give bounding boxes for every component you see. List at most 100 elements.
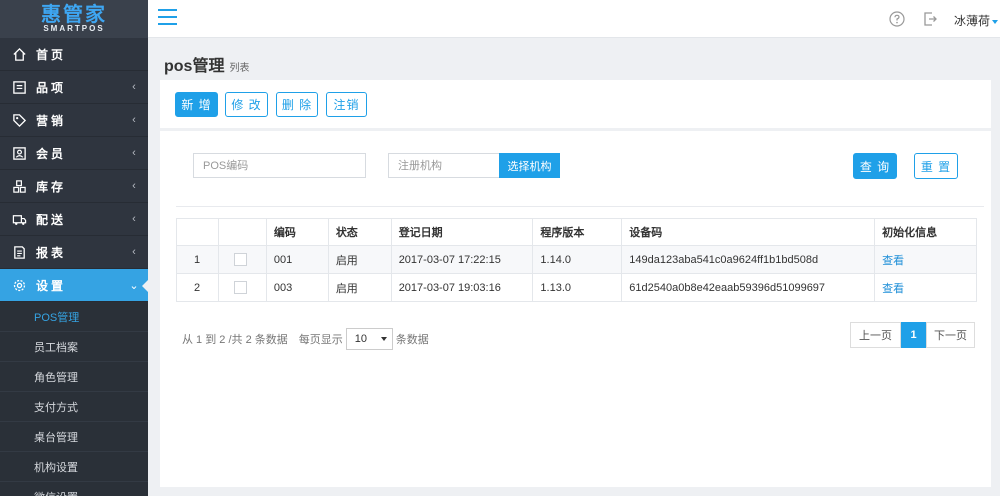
cell-version: 1.13.0	[532, 273, 623, 302]
sidebar-subitem-tables[interactable]: 桌台管理	[0, 422, 148, 452]
column-header-code[interactable]: 编码	[265, 218, 329, 246]
sidebar-item-label: 营销	[36, 113, 67, 128]
gear-icon	[11, 277, 27, 293]
action-toolbar: 新 增 修 改 删 除 注销	[160, 80, 991, 128]
table-row[interactable]: 2 003 启用 2017-03-07 19:03:16 1.13.0 61d2…	[176, 273, 977, 302]
sidebar-item-inventory[interactable]: 库存 ‹	[0, 170, 148, 203]
sidebar-item-label: 品项	[36, 80, 67, 95]
view-link[interactable]: 查看	[882, 255, 904, 267]
per-page-suffix: 条数据	[395, 334, 429, 346]
row-checkbox[interactable]	[233, 281, 247, 294]
prev-page-button[interactable]: 上一页	[850, 322, 901, 348]
column-header-date[interactable]: 登记日期	[390, 218, 534, 246]
row-index: 2	[176, 273, 219, 302]
deregister-button[interactable]: 注销	[326, 92, 367, 117]
page-subtitle: 列表	[229, 63, 250, 74]
row-checkbox[interactable]	[233, 253, 247, 266]
menu-toggle-icon[interactable]	[158, 9, 177, 28]
chevron-left-icon: ‹	[132, 180, 136, 192]
select-org-button[interactable]: 选择机构	[499, 153, 560, 178]
cell-date: 2017-03-07 17:22:15	[390, 245, 534, 274]
sidebar-item-label: 库存	[36, 179, 67, 194]
column-header-version[interactable]: 程序版本	[532, 218, 623, 246]
user-name: 冰薄荷	[954, 14, 991, 28]
record-count: 从 1 到 2 /共 2 条数据	[182, 334, 288, 346]
next-page-button[interactable]: 下一页	[926, 322, 975, 348]
column-header	[176, 218, 219, 246]
list-icon	[11, 79, 27, 95]
sidebar-subitem-payment[interactable]: 支付方式	[0, 392, 148, 422]
page-button-current[interactable]: 1	[901, 322, 926, 348]
table-row[interactable]: 1 001 启用 2017-03-07 17:22:15 1.14.0 149d…	[176, 245, 977, 274]
sidebar-item-label: 配送	[36, 212, 67, 227]
user-menu[interactable]: 冰薄荷	[954, 12, 999, 29]
chevron-left-icon: ‹	[132, 147, 136, 159]
pos-table: 编码 状态 登记日期 程序版本 设备码 初始化信息 1 001 启用 2017-…	[176, 218, 977, 302]
sidebar-item-reports[interactable]: 报表 ‹	[0, 236, 148, 269]
chevron-down-icon: ⌄	[129, 279, 139, 292]
view-link[interactable]: 查看	[882, 283, 904, 295]
row-checkbox-cell	[217, 245, 267, 274]
sidebar-item-delivery[interactable]: 配送 ‹	[0, 203, 148, 236]
chevron-left-icon: ‹	[132, 246, 136, 258]
cell-date: 2017-03-07 19:03:16	[390, 273, 534, 302]
inventory-icon	[11, 178, 27, 194]
chevron-left-icon: ‹	[132, 81, 136, 93]
pagination-info: 从 1 到 2 /共 2 条数据 每页显示 10 条数据	[182, 328, 429, 350]
add-button[interactable]: 新 增	[175, 92, 218, 117]
edit-button[interactable]: 修 改	[225, 92, 268, 117]
help-icon[interactable]	[889, 11, 905, 27]
sidebar-item-products[interactable]: 品项 ‹	[0, 71, 148, 104]
sidebar-item-label: 设置	[36, 278, 67, 293]
sidebar-subitem-staff[interactable]: 员工档案	[0, 332, 148, 362]
logout-icon[interactable]	[923, 11, 938, 27]
sidebar-item-home[interactable]: 首页	[0, 38, 148, 71]
sidebar: 惠管家 SMARTPOS 首页 品项 ‹ 营销 ‹ 会员 ‹ 库存 ‹ 配送 ‹…	[0, 0, 148, 496]
member-card-icon	[11, 145, 27, 161]
sidebar-subitem-wechat[interactable]: 微信设置	[0, 482, 148, 496]
pagination: 上一页 1 下一页	[850, 322, 975, 348]
cell-action: 查看	[874, 245, 977, 274]
page-title: pos管理 列表	[164, 52, 249, 76]
truck-icon	[11, 211, 27, 227]
column-header-init-info: 初始化信息	[874, 218, 977, 246]
cell-code: 003	[265, 273, 329, 302]
page-size-select[interactable]: 10	[345, 328, 393, 350]
sidebar-item-members[interactable]: 会员 ‹	[0, 137, 148, 170]
page-size-value: 10	[354, 333, 367, 345]
caret-down-icon	[380, 337, 387, 341]
org-input[interactable]	[388, 153, 500, 178]
pos-code-input[interactable]	[193, 153, 366, 178]
delete-button[interactable]: 删 除	[276, 92, 318, 117]
table-header-row: 编码 状态 登记日期 程序版本 设备码 初始化信息	[176, 218, 977, 246]
main-panel: 选择机构 查 询 重 置 编码 状态 登记日期 程序版本 设备码 初始化信息 1…	[160, 131, 991, 487]
column-header	[217, 218, 267, 246]
sidebar-item-marketing[interactable]: 营销 ‹	[0, 104, 148, 137]
tag-icon	[11, 112, 27, 128]
cell-status: 启用	[327, 245, 392, 274]
logo[interactable]: 惠管家 SMARTPOS	[0, 0, 148, 38]
cell-code: 001	[265, 245, 329, 274]
report-icon	[11, 244, 27, 260]
sidebar-item-settings[interactable]: 设置 ⌄	[0, 269, 148, 302]
sidebar-subitem-pos[interactable]: POS管理	[0, 302, 148, 332]
cell-device: 61d2540a0b8e42eaab59396d51099697	[621, 273, 876, 302]
sidebar-item-label: 会员	[36, 146, 67, 161]
caret-down-icon	[992, 19, 999, 24]
column-header-device[interactable]: 设备码	[621, 218, 876, 246]
row-checkbox-cell	[217, 273, 267, 302]
cell-version: 1.14.0	[532, 245, 623, 274]
cell-action: 查看	[874, 273, 977, 302]
chevron-left-icon: ‹	[132, 213, 136, 225]
reset-button[interactable]: 重 置	[914, 153, 958, 179]
sidebar-subitem-roles[interactable]: 角色管理	[0, 362, 148, 392]
cell-device: 149da123aba541c0a9624ff1b1bd508d	[621, 245, 876, 274]
column-header-status[interactable]: 状态	[327, 218, 392, 246]
row-index: 1	[176, 245, 219, 274]
sidebar-subitem-org[interactable]: 机构设置	[0, 452, 148, 482]
chevron-left-icon: ‹	[132, 114, 136, 126]
divider	[176, 206, 984, 207]
logo-title: 惠管家	[41, 2, 107, 26]
query-button[interactable]: 查 询	[853, 153, 897, 179]
per-page-label: 每页显示	[298, 334, 343, 346]
